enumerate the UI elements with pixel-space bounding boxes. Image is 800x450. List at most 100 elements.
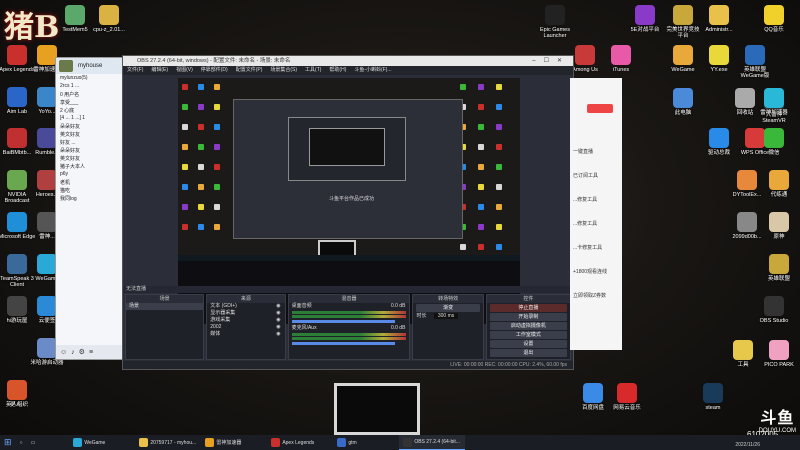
eye-icon[interactable]: ◉ — [276, 324, 280, 331]
control-button[interactable]: 开始录制 — [489, 313, 568, 321]
desktop-icon[interactable]: YY.exe — [700, 45, 738, 73]
desktop-icon[interactable]: 此电脑 — [664, 88, 702, 116]
chat-group[interactable]: 老机 — [56, 178, 124, 186]
settings-icon[interactable]: ⚙ — [79, 348, 85, 356]
side-panel-line: 已订阅工具 — [573, 173, 599, 179]
source-item[interactable]: 2002 ◉ — [207, 324, 284, 331]
start-button[interactable]: ⊞ — [0, 435, 16, 450]
window-controls[interactable]: –☐✕ — [532, 56, 570, 66]
scene-item[interactable]: 场景 — [126, 303, 204, 310]
menu-icon[interactable]: ≡ — [89, 349, 93, 356]
control-button[interactable]: 设置 — [489, 340, 568, 348]
control-button[interactable]: 退出 — [489, 349, 568, 357]
source-item[interactable]: 文本 (GDI+) ◉ — [207, 303, 284, 310]
desktop-icon[interactable]: PICO PARK — [760, 340, 798, 368]
app-icon — [583, 383, 603, 403]
source-item[interactable]: 媒体 ◉ — [207, 331, 284, 338]
volume-slider[interactable] — [291, 320, 396, 323]
obs-menu-item[interactable]: 帮助(H) — [329, 66, 346, 75]
desktop-icon[interactable]: 微信 — [755, 128, 793, 156]
taskbar-app[interactable]: 20759717 - myhou... — [135, 435, 201, 450]
desktop-icon[interactable]: 完美世界竞技平台 — [664, 5, 702, 39]
desktop-icon[interactable]: WeGame — [664, 45, 702, 73]
chat-contact[interactable]: 英文好友 — [56, 130, 124, 138]
obs-titlebar[interactable]: OBS 27.2.4 (64-bit, windows) - 配置文件: 未命名… — [123, 56, 573, 66]
desktop-icon[interactable]: 5E对战平台 — [626, 5, 664, 33]
desktop-icon[interactable]: steam — [694, 383, 732, 411]
desktop-icon-label: 完美世界竞技平台 — [666, 27, 700, 39]
desktop-icon[interactable]: 原神 — [760, 212, 798, 240]
taskview-button[interactable]: ▭ — [27, 435, 40, 450]
go-live-button[interactable] — [587, 104, 613, 113]
desktop-icon[interactable]: 工具 — [724, 340, 762, 368]
chat-contact[interactable]: [4 ... 1 ...] 1 — [56, 114, 124, 122]
desktop-icon[interactable]: TestMem5 — [56, 5, 94, 33]
desktop-icon[interactable]: cpu-z_2.01... — [90, 5, 128, 33]
chat-group[interactable]: 朵朵好友 — [56, 146, 124, 154]
desktop-icon[interactable]: OBS Studio — [755, 296, 793, 324]
desktop-icon[interactable]: 英雄联盟 — [760, 254, 798, 282]
transition-select[interactable]: 渐变 — [416, 304, 480, 312]
desktop-icon[interactable]: 英雄联盟WeGame版 — [736, 45, 774, 79]
taskbar-app[interactable]: gtm — [333, 435, 399, 450]
desktop-icon[interactable]: 驱动总裁 — [700, 128, 738, 156]
desktop-icon[interactable]: 网易云音乐 — [608, 383, 646, 411]
chat-contact[interactable]: 2rcs 1 ... — [56, 82, 124, 90]
source-item[interactable]: 游戏采集 ◉ — [207, 317, 284, 324]
obs-menu-item[interactable]: 场景集合(S) — [270, 66, 297, 75]
obs-menu-item[interactable]: 斗鱼-小蝌蚪(F)... — [354, 66, 391, 75]
obs-menu-item[interactable]: 文件(F) — [127, 66, 143, 75]
chat-contact[interactable]: mylunzuo(5) — [56, 74, 124, 82]
search-button[interactable]: ○ — [16, 435, 27, 450]
avatar[interactable] — [59, 60, 73, 72]
desktop-icon-label: cpu-z_2.01... — [93, 27, 125, 33]
duration-value[interactable]: 300 ms — [433, 313, 459, 319]
obs-menu-item[interactable]: 视图(V) — [176, 66, 193, 75]
chat-group[interactable]: p6y — [56, 170, 124, 178]
smile-icon[interactable]: ☺ — [60, 349, 67, 356]
desktop-icon[interactable]: iTunes — [602, 45, 640, 73]
mic-icon[interactable]: ♪ — [71, 349, 75, 356]
desktop-icon[interactable]: QQ音乐 — [755, 5, 793, 33]
eye-icon[interactable]: ◉ — [276, 331, 280, 338]
taskbar-app[interactable]: 雷神加速器 — [201, 435, 267, 450]
obs-menu-item[interactable]: 编辑(E) — [151, 66, 168, 75]
desktop-icon[interactable]: 百度网盘 — [574, 383, 612, 411]
source-item[interactable]: 显示器采集 ◉ — [207, 310, 284, 317]
chat-group[interactable]: 英文好友 — [56, 154, 124, 162]
desktop-icon[interactable]: 英人组织 — [0, 380, 36, 408]
desktop-icon[interactable]: Administr... — [700, 5, 738, 33]
taskbar-app[interactable]: OBS 27.2.4 (64-bit... — [399, 435, 466, 450]
obs-menu-item[interactable]: 停靠部件(D) — [201, 66, 228, 75]
chat-contact[interactable]: 2 心底 — [56, 106, 124, 114]
taskbar-app[interactable]: WeGame — [69, 435, 135, 450]
control-button[interactable]: 停止直播 — [489, 304, 568, 312]
controls-list: 停止直播 开始录制 启动虚拟摄像机 工作室模式 设置 退出 — [487, 304, 570, 357]
chat-group[interactable]: 猪子大本人 — [56, 162, 124, 170]
chat-contact[interactable]: 朵朵好友 — [56, 122, 124, 130]
volume-slider[interactable] — [291, 342, 396, 345]
desktop-icon[interactable]: 代练通 — [760, 170, 798, 198]
obs-menu-item[interactable]: 工具(T) — [305, 66, 321, 75]
control-button[interactable]: 启动虚拟摄像机 — [489, 322, 568, 330]
chat-contact[interactable]: 享受___ — [56, 98, 124, 106]
eye-icon[interactable]: ◉ — [276, 303, 280, 310]
chat-group[interactable]: 猫吃 — [56, 186, 124, 194]
desktop-icon[interactable]: 雷神加速器 — [755, 88, 793, 116]
desktop-icon[interactable]: Epic Games Launcher — [536, 5, 574, 39]
eye-icon[interactable]: ◉ — [276, 317, 280, 324]
scenes-dock: 场景 场景 — [125, 294, 205, 360]
chat-contact[interactable]: 0 用户名 — [56, 90, 124, 98]
control-button[interactable]: 工作室模式 — [489, 331, 568, 339]
eye-icon[interactable]: ◉ — [276, 310, 280, 317]
chat-contact[interactable]: 好友 ... — [56, 138, 124, 146]
taskbar-app[interactable]: Apex Legends — [267, 435, 333, 450]
preview-desktop-icon — [496, 104, 502, 110]
preview-desktop-icon — [496, 164, 502, 170]
obs-menu-item[interactable]: 配置文件(P) — [236, 66, 263, 75]
transitions-dock: 转场特效 渐变 时长 300 ms — [412, 294, 484, 360]
desktop-icon-label: WeGame — [671, 67, 695, 73]
volume-meter — [291, 311, 407, 314]
chat-group[interactable]: 我同log — [56, 194, 124, 202]
obs-statusbar: LIVE: 00:00:00 REC: 00:00:00 CPU: 2.4%, … — [123, 361, 573, 369]
